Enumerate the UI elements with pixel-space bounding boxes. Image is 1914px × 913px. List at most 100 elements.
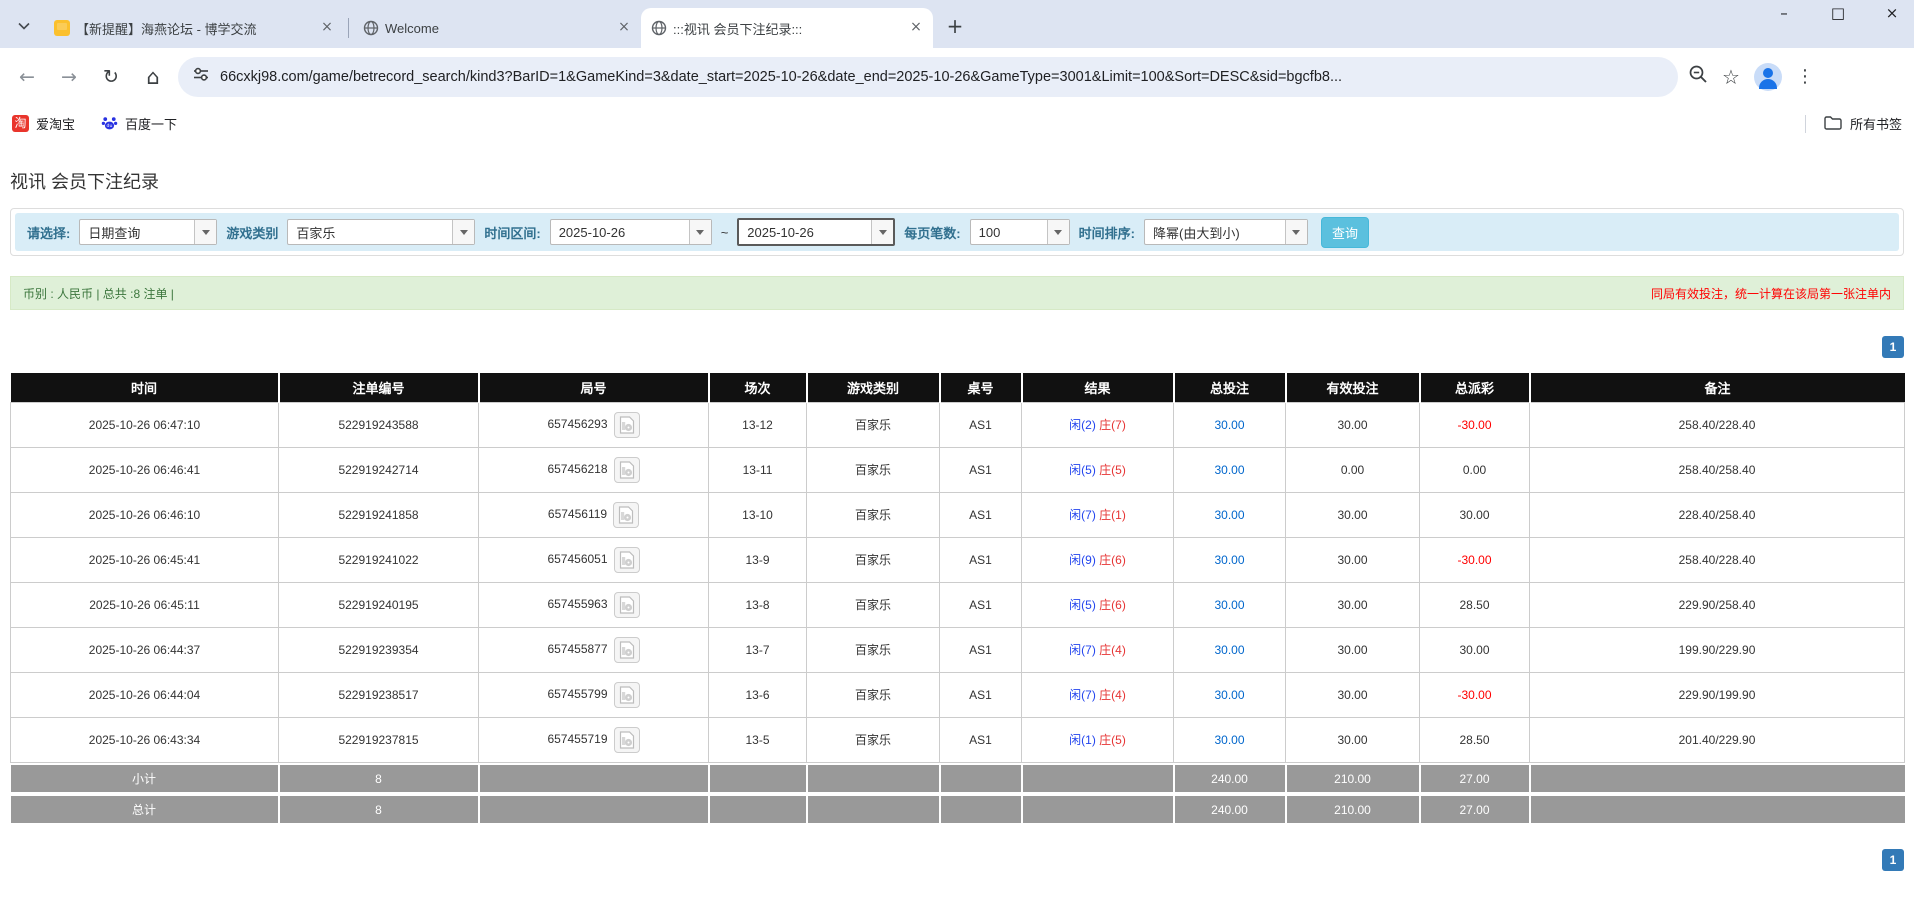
zoom-icon[interactable] [1688, 64, 1708, 89]
col-valid-bet: 有效投注 [1286, 373, 1420, 402]
table-row: 2025-10-26 06:43:34522919237815657455719… [11, 717, 1905, 762]
game-type-combobox[interactable]: 百家乐 [287, 219, 475, 245]
game-type-cell: 百家乐 [807, 447, 940, 492]
video-replay-button[interactable] [614, 412, 640, 438]
total-bet-link[interactable]: 30.00 [1214, 688, 1244, 702]
per-page-combobox[interactable]: 100 [970, 219, 1070, 245]
total-bet-link[interactable]: 30.00 [1214, 553, 1244, 567]
time-cell: 2025-10-26 06:46:10 [11, 492, 279, 537]
tab-welcome[interactable]: Welcome × [353, 8, 641, 48]
round-id-cell: 657455719 [479, 717, 709, 762]
chevron-down-icon[interactable] [452, 220, 474, 244]
all-bookmarks[interactable]: 所有书签 [1805, 114, 1902, 133]
tab-close-icon[interactable]: × [615, 19, 633, 37]
tab-bet-records-active[interactable]: :::视讯 会员下注纪录::: × [641, 8, 933, 48]
bookmark-baidu[interactable]: du 百度一下 [101, 114, 177, 134]
result-banker: 庄(6) [1099, 598, 1126, 612]
video-replay-button[interactable] [613, 502, 639, 528]
baidu-paw-icon: du [101, 114, 118, 134]
col-table-no: 桌号 [940, 373, 1022, 402]
pagination-bottom: 1 [10, 849, 1904, 871]
tab-close-icon[interactable]: × [318, 19, 336, 37]
col-bet-id: 注单编号 [279, 373, 479, 402]
table-row: 2025-10-26 06:44:37522919239354657455877… [11, 627, 1905, 672]
result-banker: 庄(5) [1099, 733, 1126, 747]
page-1-button[interactable]: 1 [1882, 849, 1904, 871]
game-type-cell: 百家乐 [807, 672, 940, 717]
subtotal-total-bet: 240.00 [1174, 765, 1286, 792]
round-id-cell: 657456119 [479, 492, 709, 537]
total-bet-link[interactable]: 30.00 [1214, 598, 1244, 612]
total-bet-cell: 30.00 [1174, 672, 1286, 717]
date-end-combobox[interactable]: 2025-10-26 [737, 218, 895, 246]
home-icon[interactable]: ⌂ [136, 60, 170, 94]
time-cell: 2025-10-26 06:47:10 [11, 402, 279, 447]
video-replay-button[interactable] [614, 592, 640, 618]
video-replay-button[interactable] [614, 457, 640, 483]
new-tab-button[interactable]: + [941, 12, 969, 40]
bet-id-cell: 522919241022 [279, 537, 479, 582]
window-maximize-button[interactable]: □ [1824, 4, 1852, 22]
col-session: 场次 [709, 373, 807, 402]
tab-strip: 【新提醒】海燕论坛 - 博学交流 × Welcome × :::视讯 会员下注纪… [0, 0, 1914, 48]
total-bet-link[interactable]: 30.00 [1214, 508, 1244, 522]
page-1-button[interactable]: 1 [1882, 336, 1904, 358]
total-bet-link[interactable]: 30.00 [1214, 418, 1244, 432]
bet-records-table: 时间 注单编号 局号 场次 游戏类别 桌号 结果 总投注 有效投注 总派彩 备注… [10, 373, 1905, 823]
window-minimize-button[interactable]: – [1770, 4, 1798, 22]
valid-bet-cell: 30.00 [1286, 402, 1420, 447]
remark-cell: 258.40/228.40 [1530, 402, 1905, 447]
video-replay-button[interactable] [614, 547, 640, 573]
total-bet-link[interactable]: 30.00 [1214, 733, 1244, 747]
window-close-button[interactable]: × [1878, 4, 1906, 22]
game-type-cell: 百家乐 [807, 492, 940, 537]
query-type-combobox[interactable]: 日期查询 [79, 219, 217, 245]
session-cell: 13-10 [709, 492, 807, 537]
filter-bar: 请选择: 日期查询 游戏类别 百家乐 时间区间: 2025-10-26 ~ 20… [15, 213, 1899, 251]
sort-combobox[interactable]: 降幂(由大到小) [1144, 219, 1308, 245]
per-page-label: 每页笔数: [904, 223, 960, 242]
forward-icon[interactable]: → [52, 60, 86, 94]
query-type-value: 日期查询 [80, 220, 194, 244]
chevron-down-icon[interactable] [1047, 220, 1069, 244]
col-round-id: 局号 [479, 373, 709, 402]
profile-avatar[interactable] [1754, 63, 1782, 91]
round-id-cell: 657456051 [479, 537, 709, 582]
col-payout: 总派彩 [1420, 373, 1530, 402]
session-cell: 13-12 [709, 402, 807, 447]
back-icon[interactable]: ← [10, 60, 44, 94]
result-cell: 闲(7) 庄(4) [1022, 672, 1174, 717]
total-count: 8 [279, 796, 479, 823]
omnibox[interactable]: 66cxkj98.com/game/betrecord_search/kind3… [178, 57, 1678, 97]
bookmark-star-icon[interactable]: ☆ [1722, 65, 1740, 89]
tab-search-chevron-icon[interactable] [10, 12, 38, 40]
result-banker: 庄(4) [1099, 643, 1126, 657]
date-start-combobox[interactable]: 2025-10-26 [550, 219, 712, 245]
table-no-cell: AS1 [940, 582, 1022, 627]
total-bet-link[interactable]: 30.00 [1214, 463, 1244, 477]
chevron-down-icon[interactable] [871, 220, 893, 244]
session-cell: 13-11 [709, 447, 807, 492]
session-cell: 13-7 [709, 627, 807, 672]
menu-kebab-icon[interactable]: ⋮ [1796, 66, 1814, 87]
search-button[interactable]: 查询 [1321, 217, 1369, 248]
round-id-cell: 657455963 [479, 582, 709, 627]
video-replay-button[interactable] [614, 637, 640, 663]
tab-forum[interactable]: 【新提醒】海燕论坛 - 博学交流 × [44, 8, 344, 48]
folder-icon [1824, 115, 1842, 133]
video-replay-button[interactable] [614, 727, 640, 753]
bookmark-taobao[interactable]: 淘 爱淘宝 [12, 114, 75, 133]
chevron-down-icon[interactable] [1285, 220, 1307, 244]
chevron-down-icon[interactable] [689, 220, 711, 244]
total-bet-link[interactable]: 30.00 [1214, 643, 1244, 657]
forum-favicon-icon [54, 20, 70, 36]
col-result: 结果 [1022, 373, 1174, 402]
valid-bet-cell: 30.00 [1286, 582, 1420, 627]
taobao-icon: 淘 [12, 115, 29, 132]
tab-close-icon[interactable]: × [907, 19, 925, 37]
tab-title: :::视讯 会员下注纪录::: [673, 19, 901, 38]
chevron-down-icon[interactable] [194, 220, 216, 244]
site-info-icon[interactable] [192, 65, 210, 88]
video-replay-button[interactable] [614, 682, 640, 708]
reload-icon[interactable]: ↻ [94, 60, 128, 94]
